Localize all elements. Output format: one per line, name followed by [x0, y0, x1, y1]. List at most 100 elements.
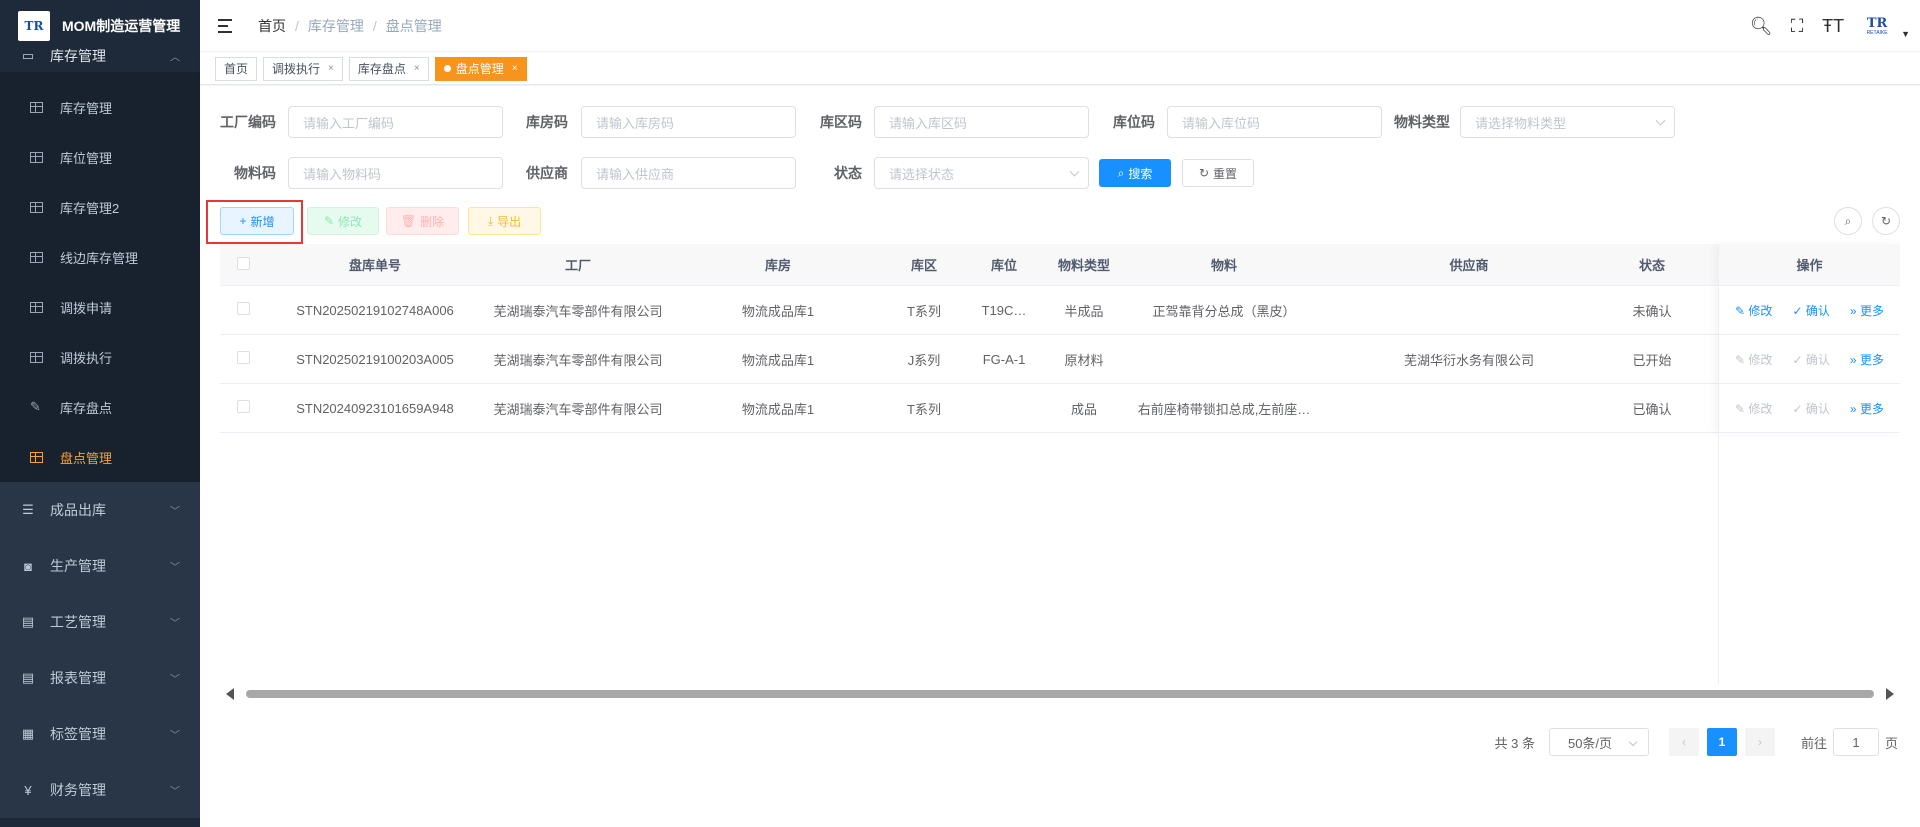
- status-select[interactable]: 请选择状态: [874, 157, 1089, 189]
- row-more-link[interactable]: » 更多: [1850, 302, 1884, 319]
- page-size-select[interactable]: 50条/页: [1548, 728, 1649, 756]
- menu-group-report[interactable]: ▤ 报表管理 ﹀: [0, 650, 200, 706]
- select-all-checkbox[interactable]: [236, 256, 250, 270]
- table-row[interactable]: STN20250219102748A006 芜湖瑞泰汽车零部件有限公司 物流成品…: [220, 286, 1900, 335]
- process-icon: ▤: [21, 614, 35, 629]
- breadcrumb-home[interactable]: 首页: [258, 16, 286, 36]
- goto-prefix: 前往: [1800, 735, 1827, 751]
- row-more-link[interactable]: » 更多: [1850, 400, 1884, 417]
- sidebar-item-transfer-apply[interactable]: 调拨申请: [0, 282, 200, 332]
- warehouse-code-input[interactable]: 请输入库房码: [581, 106, 796, 138]
- cell-status: 已确认: [1632, 401, 1672, 417]
- tag-icon: ▦: [21, 726, 35, 741]
- top-header: 首页 / 库存管理 / 盘点管理 🔍︎ ⛶ ŦT TR RETAIKE ▼: [200, 0, 1920, 52]
- menu-group-inventory[interactable]: ▭ 库存管理 ︿: [0, 40, 200, 72]
- scroll-left-icon[interactable]: [226, 688, 234, 700]
- breadcrumb-current: 盘点管理: [385, 17, 442, 34]
- list-icon: ☰: [22, 502, 34, 517]
- export-button[interactable]: ⤓ 导出: [468, 207, 541, 235]
- scrollbar-thumb[interactable]: [246, 690, 1874, 698]
- check-icon: ✓: [1792, 303, 1806, 318]
- close-icon[interactable]: ×: [414, 63, 420, 74]
- location-code-input[interactable]: 请输入库位码: [1167, 106, 1382, 138]
- ops-column-divider: [1718, 244, 1719, 684]
- table-icon: [30, 251, 43, 263]
- avatar[interactable]: TR RETAIKE: [1857, 12, 1897, 40]
- chevron-down-icon: ﹀: [170, 730, 180, 742]
- menu-group-label[interactable]: ▦ 标签管理 ﹀: [0, 706, 200, 762]
- delete-button[interactable]: 🗑︎ 删除: [386, 207, 459, 235]
- close-icon[interactable]: ×: [328, 63, 334, 74]
- row-edit-link[interactable]: ✎ 修改: [1735, 351, 1772, 368]
- col-no: 盘库单号: [348, 258, 401, 273]
- cell-warehouse: 物流成品库1: [741, 352, 815, 368]
- table-row[interactable]: STN20250219100203A005 芜湖瑞泰汽车零部件有限公司 物流成品…: [220, 335, 1900, 384]
- goto-page-input[interactable]: 1: [1832, 728, 1879, 756]
- sidebar-item-inventory[interactable]: 库存管理: [0, 82, 200, 132]
- sidebar-item-inventory2[interactable]: 库存管理2: [0, 182, 200, 232]
- menu-group-process[interactable]: ▤ 工艺管理 ﹀: [0, 594, 200, 650]
- supplier-label: 供应商: [526, 165, 568, 181]
- table-row[interactable]: STN20240923101659A948 芜湖瑞泰汽车零部件有限公司 物流成品…: [220, 384, 1900, 433]
- menu-group-finance[interactable]: ¥ 财务管理 ﹀: [0, 762, 200, 818]
- reset-button[interactable]: ↻ 重置: [1182, 159, 1254, 187]
- toggle-search-button[interactable]: ⌕: [1834, 207, 1862, 235]
- double-chevron-right-icon: »: [1849, 303, 1860, 318]
- row-confirm-link[interactable]: ✓ 确认: [1792, 400, 1829, 417]
- row-checkbox[interactable]: [236, 302, 250, 315]
- edit-icon: ✎: [1735, 401, 1749, 416]
- row-edit-link[interactable]: ✎ 修改: [1735, 400, 1772, 417]
- chevron-down-icon: ﹀: [170, 506, 180, 518]
- page-number-button[interactable]: 1: [1706, 728, 1737, 756]
- next-page-button[interactable]: ›: [1744, 728, 1775, 756]
- cell-area: J系列: [907, 352, 941, 368]
- col-type: 物料类型: [1057, 258, 1110, 273]
- status-label: 状态: [834, 165, 862, 181]
- horizontal-scrollbar[interactable]: [220, 686, 1900, 702]
- sidebar-item-stocktake-manage[interactable]: 盘点管理: [0, 432, 200, 482]
- row-checkbox[interactable]: [236, 400, 250, 413]
- sidebar-item-location[interactable]: 库位管理: [0, 132, 200, 182]
- close-icon[interactable]: ×: [512, 63, 518, 74]
- sidebar-item-transfer-exec[interactable]: 调拨执行: [0, 332, 200, 382]
- material-type-select[interactable]: 请选择物料类型: [1460, 106, 1675, 138]
- sidebar-item-label: 库位管理: [60, 150, 113, 166]
- menu-group-finished-out[interactable]: ☰ 成品出库 ﹀: [0, 482, 200, 538]
- tag-home[interactable]: 首页: [215, 56, 258, 81]
- area-code-input[interactable]: 请输入库区码: [874, 106, 1089, 138]
- sidebar-item-lineside[interactable]: 线边库存管理: [0, 232, 200, 282]
- prev-page-button[interactable]: ‹: [1668, 728, 1699, 756]
- sidebar-item-stocktake[interactable]: ✎ 库存盘点: [0, 382, 200, 432]
- material-code-input[interactable]: 请输入物料码: [288, 157, 503, 189]
- row-more-link[interactable]: » 更多: [1850, 351, 1884, 368]
- check-icon: ✓: [1792, 352, 1806, 367]
- refresh-button[interactable]: ↻: [1872, 207, 1900, 235]
- cell-type: 原材料: [1064, 352, 1104, 368]
- row-confirm-link[interactable]: ✓ 确认: [1792, 351, 1829, 368]
- search-icon[interactable]: 🔍︎: [1743, 16, 1779, 37]
- fullscreen-icon[interactable]: ⛶: [1779, 16, 1815, 37]
- filter-row-2: 物料码 请输入物料码 供应商 请输入供应商 状态 请选择状态 ⌕ 搜索 ↻ 重置: [200, 157, 1700, 189]
- supplier-input[interactable]: 请输入供应商: [581, 157, 796, 189]
- row-checkbox[interactable]: [236, 351, 250, 364]
- sidebar-item-label: 线边库存管理: [60, 250, 139, 266]
- search-button[interactable]: ⌕ 搜索: [1099, 159, 1171, 187]
- col-warehouse: 库房: [764, 258, 791, 273]
- chevron-right-icon: ›: [1757, 735, 1762, 749]
- edit-button[interactable]: ✎ 修改: [307, 207, 379, 235]
- font-size-icon[interactable]: ŦT: [1815, 16, 1851, 37]
- warehouse-code-label: 库房码: [526, 114, 568, 130]
- row-edit-link[interactable]: ✎ 修改: [1735, 302, 1772, 319]
- tag-transfer-exec[interactable]: 调拨执行 ×: [263, 56, 343, 81]
- tag-stocktake[interactable]: 库存盘点 ×: [348, 56, 429, 81]
- caret-down-icon[interactable]: ▼: [1901, 29, 1910, 39]
- double-chevron-right-icon: »: [1849, 352, 1860, 367]
- row-confirm-link[interactable]: ✓ 确认: [1792, 302, 1829, 319]
- tag-stocktake-manage[interactable]: 盘点管理 ×: [434, 56, 527, 81]
- col-status: 状态: [1638, 258, 1665, 273]
- scroll-right-icon[interactable]: [1886, 688, 1894, 700]
- menu-group-production[interactable]: ◙ 生产管理 ﹀: [0, 538, 200, 594]
- hamburger-icon[interactable]: [218, 18, 234, 33]
- factory-code-input[interactable]: 请输入工厂编码: [288, 106, 503, 138]
- cell-type: 成品: [1070, 401, 1097, 417]
